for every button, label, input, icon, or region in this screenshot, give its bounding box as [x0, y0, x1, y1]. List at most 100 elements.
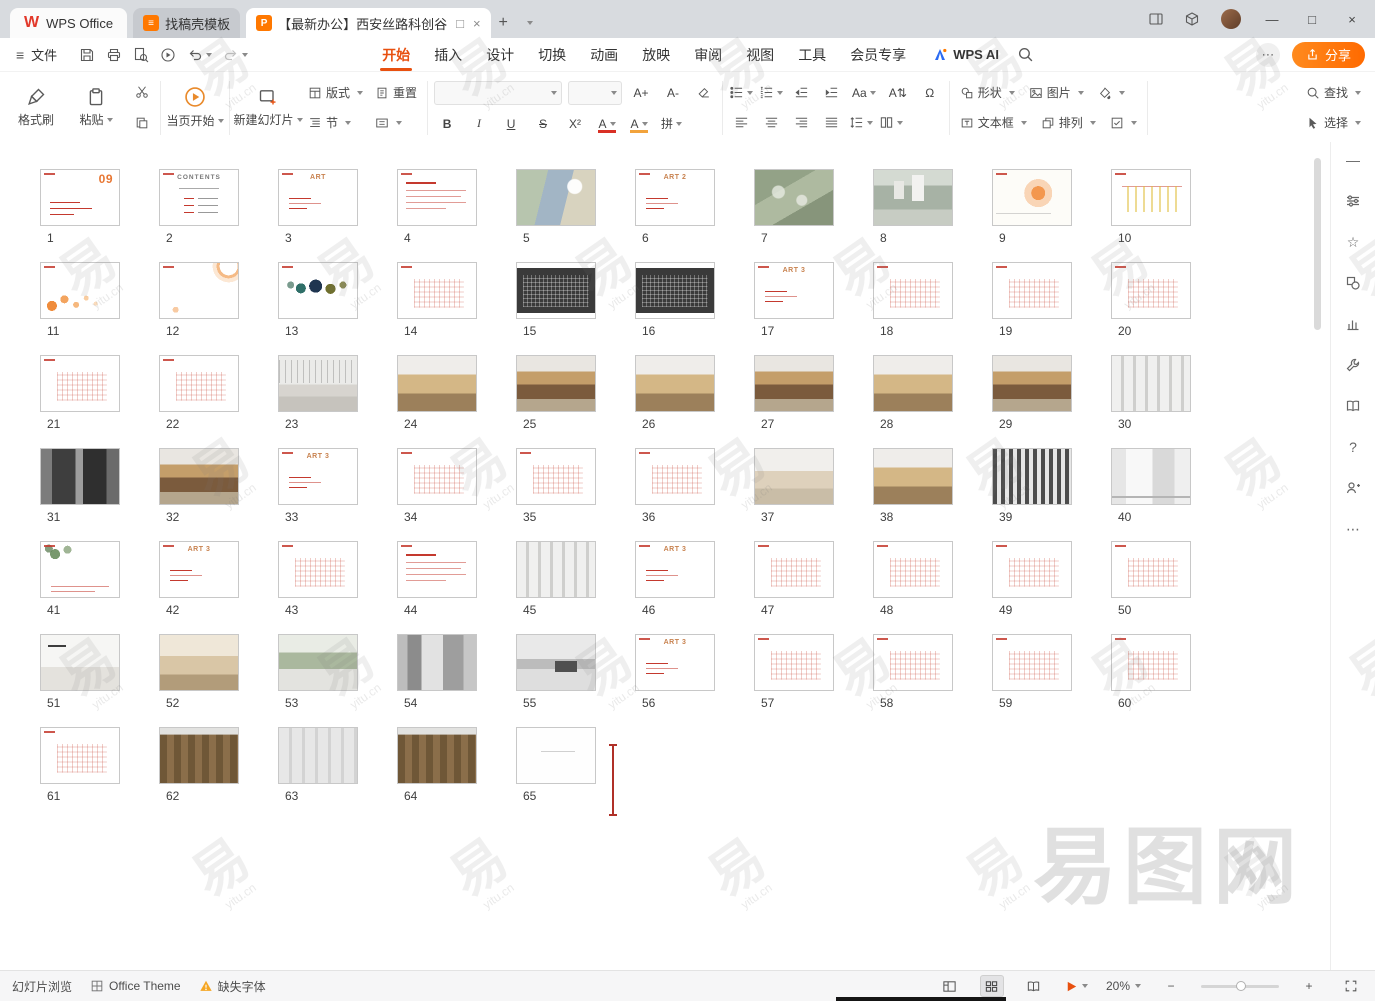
vertical-scrollbar[interactable] [1314, 158, 1321, 330]
slide-thumbnail-34[interactable] [397, 448, 477, 505]
zoom-out-button[interactable]: − [1159, 975, 1183, 997]
slide-thumbnail-53[interactable] [278, 634, 358, 691]
more-icon[interactable]: ⋯ [1343, 519, 1363, 539]
slide-thumbnail-10[interactable] [1111, 169, 1191, 226]
slide-thumbnail-27[interactable] [754, 355, 834, 412]
slide-thumbnail-31[interactable] [40, 448, 120, 505]
paste-button[interactable]: 粘贴 [68, 77, 124, 139]
slide-thumbnail-8[interactable] [873, 169, 953, 226]
slide-thumbnail-46[interactable]: ART 3 [635, 541, 715, 598]
copy-button[interactable] [130, 112, 154, 134]
slide-thumbnail-48[interactable] [873, 541, 953, 598]
slide-sorter-view-button[interactable] [980, 975, 1004, 997]
slide-thumbnail-40[interactable] [1111, 448, 1191, 505]
slide-thumbnail-63[interactable] [278, 727, 358, 784]
slideshow-preview-button[interactable] [156, 43, 180, 67]
justify-button[interactable] [819, 112, 843, 134]
ribbon-tab-5[interactable]: 放映 [630, 38, 682, 71]
slide-thumbnail-18[interactable] [873, 262, 953, 319]
tools-icon[interactable] [1343, 355, 1363, 375]
slide-thumbnail-4[interactable] [397, 169, 477, 226]
slide-thumbnail-36[interactable] [635, 448, 715, 505]
slide-thumbnail-15[interactable] [516, 262, 596, 319]
columns-button[interactable] [879, 112, 903, 134]
numbered-list-button[interactable] [759, 82, 783, 104]
file-menu[interactable]: ≡ 文件 [10, 45, 63, 64]
font-size-select[interactable] [568, 81, 622, 105]
slide-thumbnail-20[interactable] [1111, 262, 1191, 319]
slide-thumbnail-16[interactable] [635, 262, 715, 319]
print-button[interactable] [102, 43, 126, 67]
slide-thumbnail-57[interactable] [754, 634, 834, 691]
bold-button[interactable]: B [434, 113, 460, 135]
slide-thumbnail-52[interactable] [159, 634, 239, 691]
slide-thumbnail-32[interactable] [159, 448, 239, 505]
stickers-icon[interactable] [1177, 6, 1207, 32]
italic-button[interactable]: I [466, 113, 492, 135]
ribbon-tab-9[interactable]: 会员专享 [838, 38, 918, 71]
close-tab-icon[interactable]: × [473, 16, 481, 31]
home-tab[interactable]: W WPS Office [10, 8, 127, 38]
ribbon-tab-2[interactable]: 设计 [474, 38, 526, 71]
superscript-button[interactable]: X² [562, 113, 588, 135]
align-right-button[interactable] [789, 112, 813, 134]
pinyin-button[interactable]: 拼 [658, 113, 685, 135]
clear-format-button[interactable] [692, 82, 716, 104]
collapse-toolbar-icon[interactable]: — [1343, 150, 1363, 170]
slide-thumbnail-2[interactable]: CONTENTS [159, 169, 239, 226]
slide-thumbnail-33[interactable]: ART 3 [278, 448, 358, 505]
zoom-slider-thumb[interactable] [1236, 981, 1246, 991]
slide-thumbnail-54[interactable] [397, 634, 477, 691]
slide-thumbnail-39[interactable] [992, 448, 1072, 505]
font-color-button[interactable]: A [594, 113, 620, 135]
play-from-current-button[interactable]: 当页开始 [167, 77, 223, 139]
slide-thumbnail-41[interactable] [40, 541, 120, 598]
slide-thumbnail-50[interactable] [1111, 541, 1191, 598]
slide-thumbnail-3[interactable]: ART [278, 169, 358, 226]
picture-button[interactable]: 图片 [1025, 82, 1088, 104]
share-button[interactable]: 分享 [1292, 42, 1365, 68]
slide-thumbnail-59[interactable] [992, 634, 1072, 691]
help-icon[interactable]: ? [1343, 437, 1363, 457]
ribbon-tab-8[interactable]: 工具 [786, 38, 838, 71]
change-case-button[interactable]: Aa [849, 82, 879, 104]
print-preview-button[interactable] [129, 43, 153, 67]
slide-thumbnail-37[interactable] [754, 448, 834, 505]
increase-indent-button[interactable] [819, 82, 843, 104]
slide-thumbnail-47[interactable] [754, 541, 834, 598]
layout-button[interactable]: 版式 [304, 82, 367, 104]
ribbon-tab-0[interactable]: 开始 [370, 38, 422, 71]
slide-thumbnail-19[interactable] [992, 262, 1072, 319]
ribbon-tab-4[interactable]: 动画 [578, 38, 630, 71]
format-painter-button[interactable]: 格式刷 [8, 77, 64, 139]
shapes-panel-icon[interactable] [1343, 273, 1363, 293]
ribbon-tab-1[interactable]: 插入 [422, 38, 474, 71]
slide-thumbnail-28[interactable] [873, 355, 953, 412]
slide-thumbnail-23[interactable] [278, 355, 358, 412]
new-tab-button[interactable]: + [491, 8, 516, 38]
slide-thumbnail-62[interactable] [159, 727, 239, 784]
ribbon-tab-6[interactable]: 审阅 [682, 38, 734, 71]
normal-view-button[interactable] [938, 975, 962, 997]
zoom-in-button[interactable]: + [1297, 975, 1321, 997]
highlight-color-button[interactable]: A [626, 113, 652, 135]
slide-size-button[interactable] [371, 112, 421, 134]
slide-thumbnail-38[interactable] [873, 448, 953, 505]
layout-switch-icon[interactable] [1141, 6, 1171, 32]
minimize-button[interactable]: — [1255, 2, 1289, 36]
slide-thumbnail-65[interactable] [516, 727, 596, 784]
doc-tab-active[interactable]: P 【最新办公】西安丝路科创谷 □ × [246, 8, 490, 38]
reading-view-button[interactable] [1022, 975, 1046, 997]
more-options-button[interactable]: ⋯ [1256, 43, 1280, 67]
decrease-indent-button[interactable] [789, 82, 813, 104]
slide-thumbnail-25[interactable] [516, 355, 596, 412]
increase-font-button[interactable]: A+ [628, 82, 654, 104]
slide-thumbnail-14[interactable] [397, 262, 477, 319]
cut-button[interactable] [130, 81, 154, 103]
zoom-level-button[interactable]: 20% [1106, 979, 1141, 993]
doc-tab-templates[interactable]: ≡ 找稿壳模板 [133, 8, 240, 38]
slide-thumbnail-9[interactable] [992, 169, 1072, 226]
reset-button[interactable]: 重置 [371, 82, 421, 104]
align-center-button[interactable] [759, 112, 783, 134]
slide-thumbnail-61[interactable] [40, 727, 120, 784]
